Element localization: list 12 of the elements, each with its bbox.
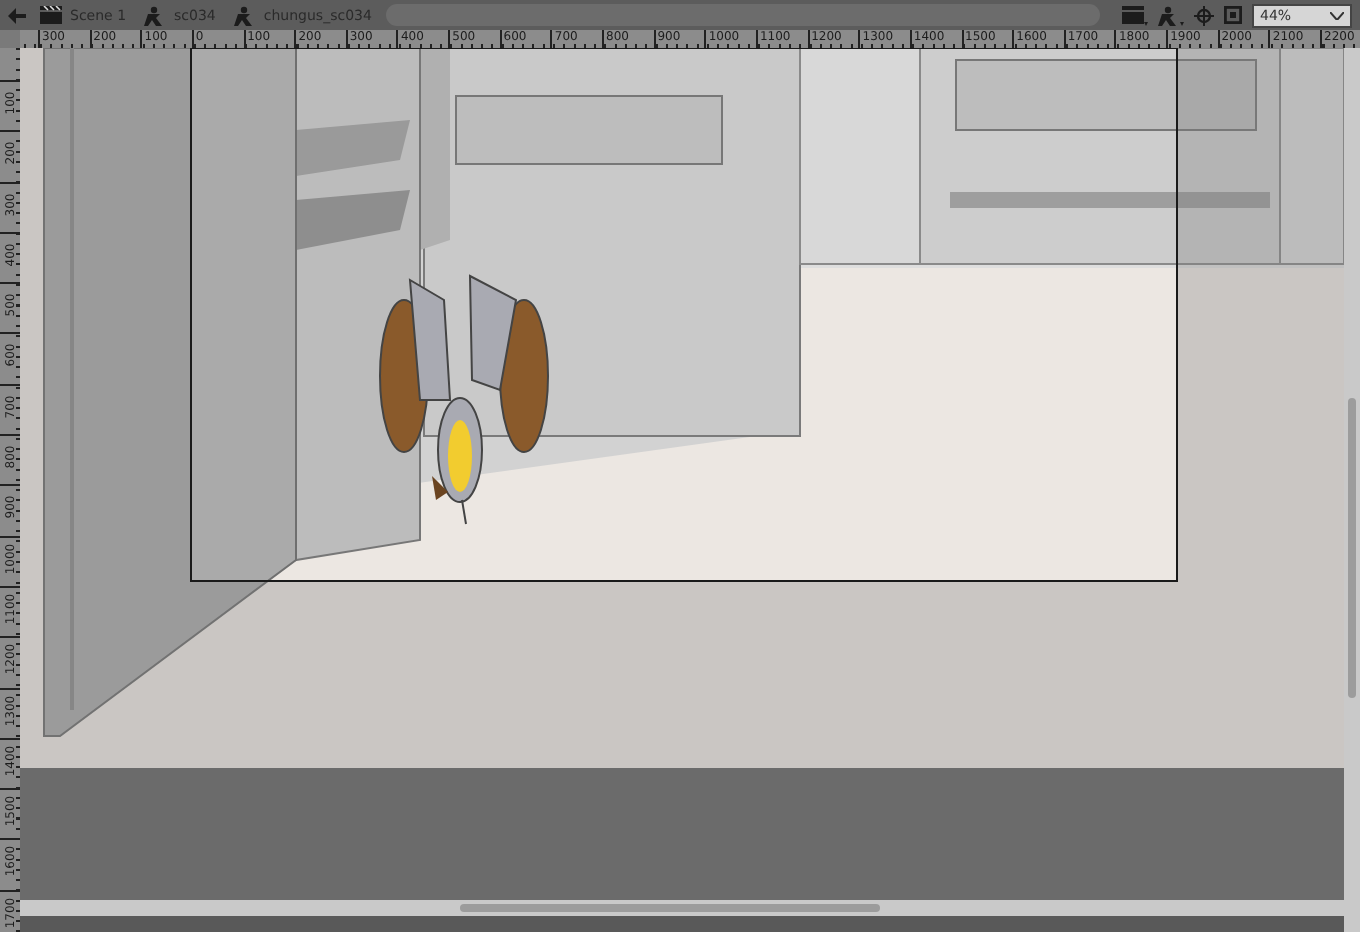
horizontal-scrollbar[interactable] [20,900,1344,916]
crosshair-icon[interactable] [1194,5,1214,25]
clapperboard-icon [40,6,62,24]
symbol-icon [144,5,167,25]
symbol-icon[interactable] [1158,5,1184,25]
clapperboard-icon[interactable] [1122,5,1148,25]
ruler-corner [0,30,20,48]
clip-square-icon[interactable] [1224,6,1242,24]
symbol-icon [233,5,256,25]
back-arrow-icon[interactable] [8,7,26,23]
caret-icon [1330,11,1344,19]
vertical-scrollbar[interactable] [1344,48,1360,932]
